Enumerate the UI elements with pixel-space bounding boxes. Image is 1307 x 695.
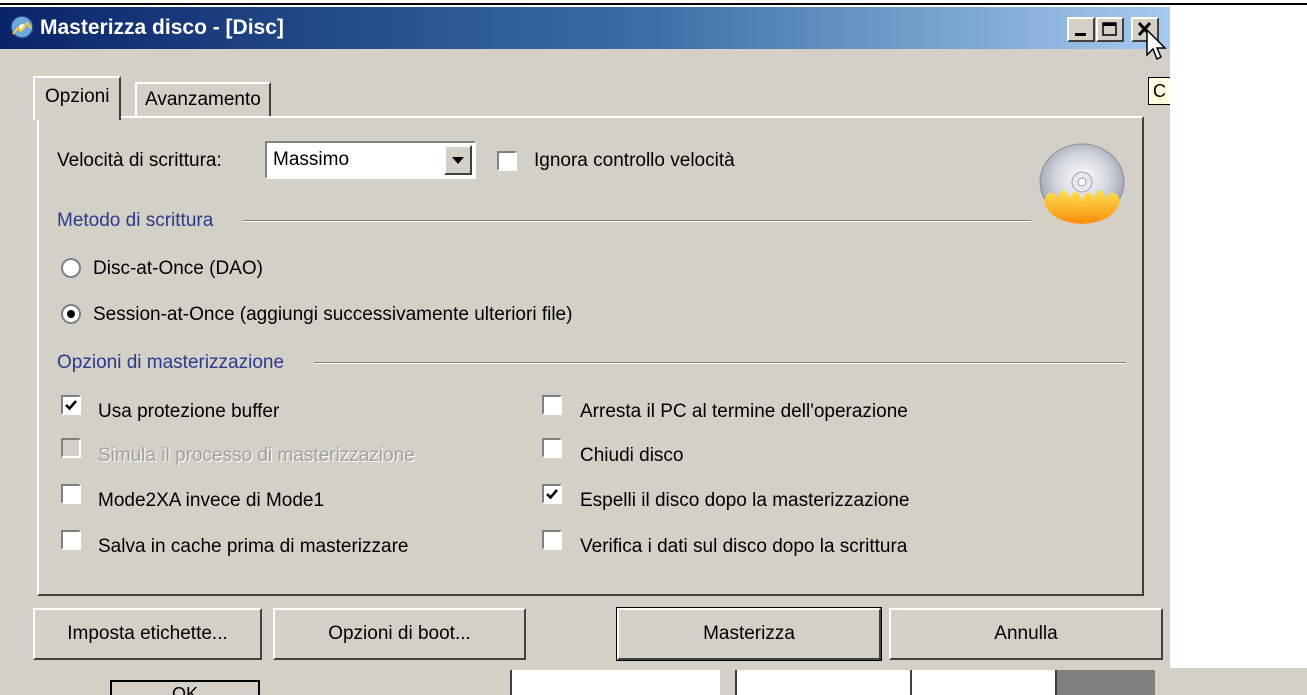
tab-avanzamento[interactable]: Avanzamento bbox=[135, 82, 271, 118]
cancel-button[interactable]: Annulla bbox=[889, 608, 1163, 660]
chevron-down-icon bbox=[452, 157, 464, 164]
buffer-protection-checkbox[interactable] bbox=[61, 395, 81, 415]
burn-disc-dialog: Masterizza disco - [Disc] C Opzioni Avan… bbox=[0, 7, 1170, 695]
ignore-speed-label: Ignora controllo velocità bbox=[534, 150, 735, 171]
close-disc-label: Chiudi disco bbox=[580, 445, 684, 466]
speed-label: Velocità di scrittura: bbox=[57, 150, 222, 171]
burning-disc-icon bbox=[1039, 143, 1125, 224]
background-cell bbox=[510, 670, 720, 695]
shutdown-checkbox[interactable] bbox=[542, 395, 562, 415]
burn-options-group-label: Opzioni di masterizzazione bbox=[57, 352, 285, 373]
burn-options-divider bbox=[314, 362, 1126, 364]
set-labels-button[interactable]: Imposta etichette... bbox=[33, 608, 262, 660]
maximize-button[interactable] bbox=[1096, 17, 1124, 42]
burn-button[interactable]: Masterizza bbox=[616, 607, 882, 661]
close-disc-checkbox[interactable] bbox=[542, 438, 562, 458]
tooltip: C bbox=[1148, 77, 1170, 105]
eject-label: Espelli il disco dopo la masterizzazione bbox=[580, 490, 910, 511]
simulate-label: Simula il processo di masterizzazione bbox=[98, 445, 415, 466]
mode2xa-label: Mode2XA invece di Mode1 bbox=[98, 490, 325, 511]
speed-select[interactable]: Massimo bbox=[265, 141, 476, 179]
radio-dao-label: Disc-at-Once (DAO) bbox=[93, 258, 263, 279]
verify-label: Verifica i dati sul disco dopo la scritt… bbox=[580, 536, 908, 557]
speed-dropdown-button[interactable] bbox=[444, 145, 472, 175]
cache-checkbox[interactable] bbox=[61, 530, 81, 550]
background-cell bbox=[735, 670, 910, 695]
eject-checkbox[interactable] bbox=[542, 484, 562, 504]
cache-label: Salva in cache prima di masterizzare bbox=[98, 536, 409, 557]
background-cell bbox=[910, 670, 1055, 695]
verify-checkbox[interactable] bbox=[542, 530, 562, 550]
maximize-icon bbox=[1102, 22, 1117, 36]
check-icon bbox=[65, 400, 77, 411]
mouse-pointer-icon bbox=[1146, 29, 1167, 61]
buffer-protection-label: Usa protezione buffer bbox=[98, 401, 280, 422]
simulate-checkbox bbox=[61, 438, 81, 458]
radio-sao[interactable] bbox=[60, 303, 82, 325]
title-bar[interactable]: Masterizza disco - [Disc] bbox=[0, 7, 1170, 49]
minimize-button[interactable] bbox=[1067, 17, 1095, 42]
shutdown-label: Arresta il PC al termine dell'operazione bbox=[580, 401, 908, 422]
minimize-icon bbox=[1075, 33, 1086, 36]
ignore-speed-checkbox[interactable] bbox=[497, 151, 517, 171]
radio-dao[interactable] bbox=[60, 257, 82, 279]
background-top-border bbox=[0, 0, 1307, 5]
speed-select-value: Massimo bbox=[273, 149, 350, 170]
check-icon bbox=[546, 489, 558, 500]
mode2xa-checkbox[interactable] bbox=[61, 484, 81, 504]
tab-opzioni[interactable]: Opzioni bbox=[33, 76, 122, 120]
write-method-group-label: Metodo di scrittura bbox=[57, 210, 214, 231]
background-ok-button: OK bbox=[110, 680, 260, 695]
write-method-divider bbox=[243, 220, 1031, 222]
disc-burn-app-icon bbox=[10, 15, 34, 39]
boot-options-button[interactable]: Opzioni di boot... bbox=[273, 608, 526, 660]
window-title: Masterizza disco - [Disc] bbox=[40, 16, 284, 39]
background-cell bbox=[1055, 670, 1155, 695]
radio-sao-label: Session-at-Once (aggiungi successivament… bbox=[93, 304, 573, 325]
